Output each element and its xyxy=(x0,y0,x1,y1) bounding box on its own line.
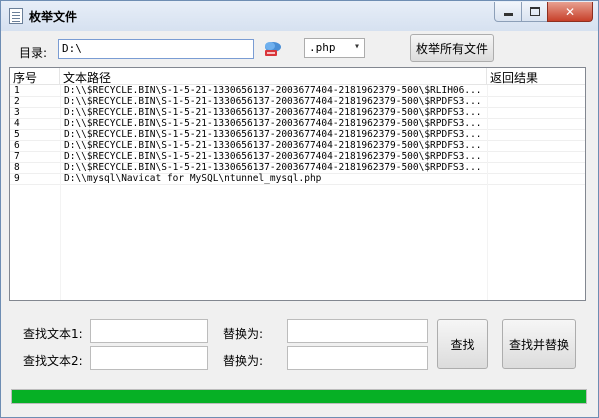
find-button[interactable]: 查找 xyxy=(437,319,488,369)
row-index: 7 xyxy=(14,151,20,162)
row-index: 2 xyxy=(14,96,20,107)
chevron-down-icon: ▾ xyxy=(353,41,360,52)
replace-2-input[interactable] xyxy=(287,346,428,370)
list-header: 序号 文本路径 返回结果 xyxy=(10,68,585,85)
dir-label: 目录: xyxy=(19,46,48,60)
row-path: D:\\$RECYCLE.BIN\S-1-5-21-1330656137-200… xyxy=(64,129,482,140)
maximize-icon xyxy=(529,7,540,16)
enumerate-files-label: 枚举所有文件 xyxy=(415,41,488,56)
dir-input[interactable]: D:\ xyxy=(58,39,254,59)
row-path: D:\\mysql\Navicat for MySQL\ntunnel_mysq… xyxy=(64,173,322,184)
row-path: D:\\$RECYCLE.BIN\S-1-5-21-1330656137-200… xyxy=(64,96,482,107)
file-list[interactable]: 序号 文本路径 返回结果 1 D:\\$RECYCLE.BIN\S-1-5-21-… xyxy=(9,67,586,301)
replace-1-input[interactable] xyxy=(287,319,428,343)
window-title: 枚举文件 xyxy=(29,10,78,24)
row-index: 3 xyxy=(14,107,20,118)
row-path: D:\\$RECYCLE.BIN\S-1-5-21-1330656137-200… xyxy=(64,151,482,162)
browse-folder-icon[interactable] xyxy=(262,40,282,58)
row-index: 9 xyxy=(14,173,20,184)
find-text-1-label: 查找文本1: xyxy=(23,327,83,341)
progress-bar xyxy=(11,389,587,404)
maximize-button[interactable] xyxy=(521,2,548,22)
row-path: D:\\$RECYCLE.BIN\S-1-5-21-1330656137-200… xyxy=(64,162,482,173)
row-path: D:\\$RECYCLE.BIN\S-1-5-21-1330656137-200… xyxy=(64,140,482,151)
row-index: 8 xyxy=(14,162,20,173)
progress-fill xyxy=(12,390,586,403)
close-button[interactable]: ✕ xyxy=(547,2,593,22)
find-replace-button[interactable]: 查找并替换 xyxy=(502,319,576,369)
enumerate-files-button[interactable]: 枚举所有文件 xyxy=(410,34,494,62)
find-text-2-input[interactable] xyxy=(90,346,208,370)
table-row[interactable]: 9 D:\\mysql\Navicat for MySQL\ntunnel_mys… xyxy=(10,173,585,185)
row-path: D:\\$RECYCLE.BIN\S-1-5-21-1330656137-200… xyxy=(64,107,482,118)
document-icon xyxy=(9,8,23,24)
title-bar[interactable]: 枚举文件 ✕ xyxy=(1,1,598,31)
extension-select[interactable]: .php ▾ xyxy=(304,38,365,58)
find-button-label: 查找 xyxy=(450,337,475,352)
row-path: D:\\$RECYCLE.BIN\S-1-5-21-1330656137-200… xyxy=(64,85,482,96)
replace-1-label: 替换为: xyxy=(223,327,264,341)
row-path: D:\\$RECYCLE.BIN\S-1-5-21-1330656137-200… xyxy=(64,118,482,129)
app-window: 枚举文件 ✕ 目录: D:\ .php ▾ 枚举所有文件 序号 文本路径 返回结… xyxy=(0,0,599,418)
column-divider xyxy=(487,85,488,300)
row-index: 1 xyxy=(14,85,20,96)
row-index: 4 xyxy=(14,118,20,129)
row-index: 6 xyxy=(14,140,20,151)
minimize-button[interactable] xyxy=(494,2,522,22)
minimize-icon xyxy=(503,13,513,16)
find-text-1-input[interactable] xyxy=(90,319,208,343)
column-header-index[interactable]: 序号 xyxy=(10,68,60,85)
row-index: 5 xyxy=(14,129,20,140)
find-text-2-label: 查找文本2: xyxy=(23,354,83,368)
close-icon: ✕ xyxy=(564,4,576,19)
find-replace-button-label: 查找并替换 xyxy=(508,337,569,352)
extension-value: .php xyxy=(309,41,336,54)
column-divider xyxy=(60,85,61,300)
column-header-path[interactable]: 文本路径 xyxy=(60,68,487,85)
replace-2-label: 替换为: xyxy=(223,354,264,368)
column-header-result[interactable]: 返回结果 xyxy=(487,68,585,85)
